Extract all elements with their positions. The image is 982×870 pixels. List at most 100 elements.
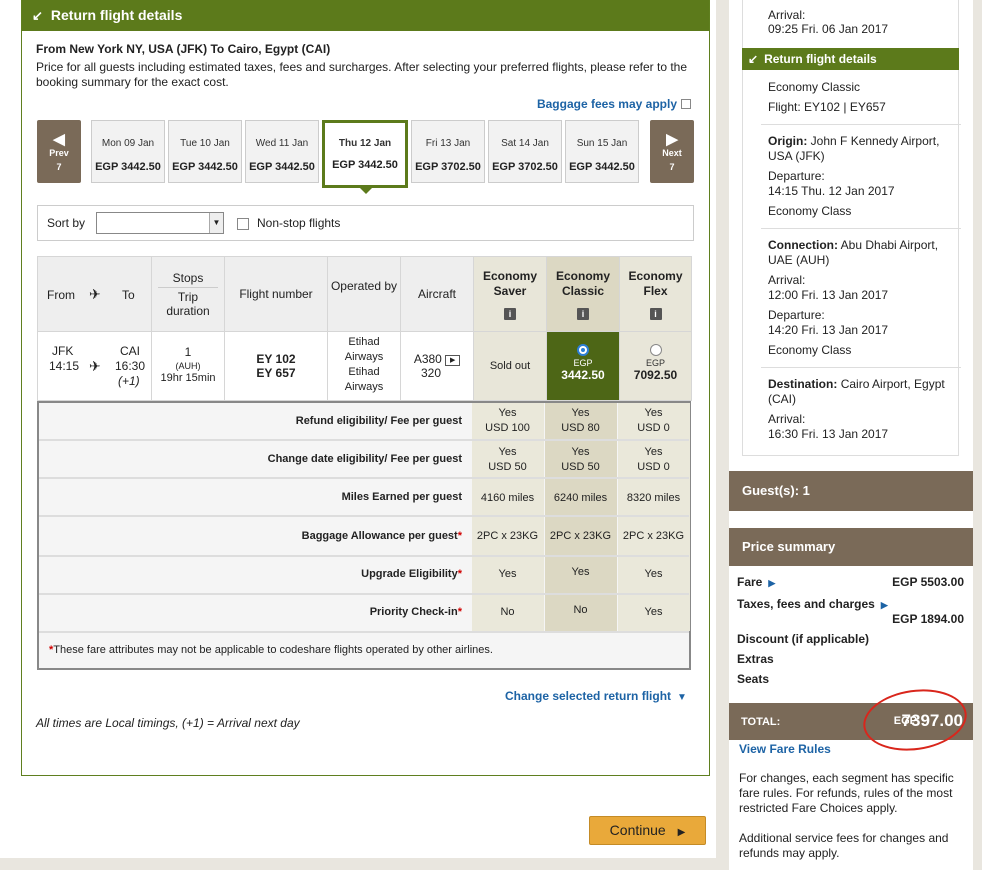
taxes-value: EGP 1894.00 (892, 612, 964, 626)
attr-refund-saver: Yes USD 100 (485, 407, 530, 434)
continue-button[interactable]: Continue ▶ (589, 816, 706, 845)
route-heading: From New York NY, USA (JFK) To Cairo, Eg… (36, 42, 331, 56)
header-operated-by: Operated by (327, 256, 401, 332)
attr-baggage-label: Baggage Allowance per guest* (301, 530, 462, 542)
discount-label: Discount (if applicable) (737, 632, 870, 646)
nonstop-label[interactable]: Non-stop flights (257, 216, 340, 230)
saver-attr-column (472, 403, 544, 631)
fare-row[interactable]: Fare ▶ (737, 575, 775, 589)
arrow-right-icon: ▶ (677, 827, 686, 838)
to-offset: (+1) (118, 374, 140, 388)
stops-count: 1 (184, 345, 192, 359)
date-tab-wed-11[interactable]: Wed 11 Jan EGP 3442.50 (245, 120, 319, 183)
seats-label: Seats (737, 672, 770, 686)
date-label: Sat 14 Jan (501, 138, 549, 149)
date-tab-thu-12-selected[interactable]: Thu 12 Jan EGP 3442.50 (322, 120, 408, 194)
date-label: Tue 10 Jan (180, 138, 230, 149)
price-note: Price for all guests including estimated… (36, 60, 688, 89)
price-summary-header: Price summary (729, 528, 973, 566)
guests-bar[interactable]: Guest(s): 1 (729, 471, 973, 511)
attr-priority-saver: No (500, 606, 515, 618)
classic-currency: EGP (573, 358, 593, 368)
next-dates-button[interactable]: ▶ Next 7 (650, 120, 694, 183)
header-from: From (47, 288, 75, 302)
row-flex-fare[interactable]: EGP 7092.50 (619, 331, 692, 401)
attr-priority-classic: No (573, 604, 588, 616)
fare-radio[interactable] (649, 344, 662, 356)
info-icon[interactable]: i (577, 308, 589, 320)
prev-count: 7 (56, 162, 62, 172)
sort-select[interactable]: ▼ (96, 212, 224, 234)
date-tab-fri-13[interactable]: Fri 13 Jan EGP 3702.50 (411, 120, 485, 183)
date-label: Mon 09 Jan (101, 138, 155, 149)
attr-change-date-label: Change date eligibility/ Fee per guest (267, 453, 462, 465)
attr-baggage-classic: 2PC x 23KG (549, 530, 612, 542)
flight-number-2: EY 657 (256, 366, 296, 380)
header-from-to: From ✈ To (37, 256, 152, 332)
operator-1b: Airways (344, 351, 384, 363)
prev-dates-button[interactable]: ◀ Prev 7 (37, 120, 81, 183)
info-icon[interactable]: i (504, 308, 516, 320)
attr-miles-flex: 8320 miles (626, 492, 681, 504)
next-count: 7 (669, 162, 675, 172)
red-annotation-circle (859, 683, 971, 757)
next-arrow-icon: ▶ (666, 131, 678, 148)
service-fees-note: Additional service fees for changes and … (739, 831, 949, 860)
from-time: 14:15 (49, 359, 80, 373)
nonstop-checkbox[interactable] (237, 218, 249, 230)
attr-refund-label: Refund eligibility/ Fee per guest (295, 415, 462, 427)
flex-currency: EGP (645, 358, 665, 368)
attr-change-saver: Yes USD 50 (488, 446, 527, 473)
economy-flex-label: Economy Flex (628, 269, 683, 298)
total-label: TOTAL: (741, 716, 781, 728)
attr-priority-flex: Yes (644, 606, 663, 618)
plane-icon: ✈ (89, 358, 101, 374)
date-tab-tue-10[interactable]: Tue 10 Jan EGP 3442.50 (168, 120, 242, 183)
attr-priority-label: Priority Check-in* (369, 606, 462, 618)
date-price: EGP 3702.50 (492, 161, 558, 173)
row-saver-sold-out: Sold out (473, 331, 547, 401)
sidebar-conn-departure-label: Departure: (768, 308, 825, 322)
classic-price: 3442.50 (561, 368, 605, 382)
header-flight-number: Flight number (224, 256, 328, 332)
info-icon[interactable]: i (649, 308, 662, 320)
attr-miles-saver: 4160 miles (480, 492, 535, 504)
row-from-to: JFK 14:15 ✈ CAI 16:30 (+1) (37, 331, 152, 401)
row-classic-fare-selected[interactable]: EGP 3442.50 (546, 331, 620, 401)
fare-rules-note: For changes, each segment has specific f… (739, 771, 954, 815)
plane-icon: ✈ (89, 286, 101, 302)
date-tab-sun-15[interactable]: Sun 15 Jan EGP 3442.50 (565, 120, 639, 183)
sidebar-departure-value: 14:15 Thu. 12 Jan 2017 (768, 184, 895, 198)
change-return-flight-link[interactable]: Change selected return flight ▼ (505, 689, 687, 703)
taxes-row[interactable]: Taxes, fees and charges ▶ (737, 597, 888, 611)
date-tab-mon-09[interactable]: Mon 09 Jan EGP 3442.50 (91, 120, 165, 183)
header-economy-saver: Economy Saver i (473, 256, 547, 332)
to-code: CAI (120, 344, 141, 358)
sidebar-origin-class: Economy Class (768, 204, 852, 218)
header-stops: Stops Trip duration (151, 256, 225, 332)
date-tab-sat-14[interactable]: Sat 14 Jan EGP 3702.50 (488, 120, 562, 183)
attr-upgrade-label: Upgrade Eligibility* (361, 568, 462, 580)
fare-radio-selected[interactable] (577, 344, 589, 356)
sidebar-dest-arrival-value: 16:30 Fri. 13 Jan 2017 (768, 427, 889, 441)
continue-label: Continue (609, 822, 666, 838)
extras-label: Extras (737, 652, 774, 666)
operator-2b: Airways (344, 381, 384, 393)
baggage-fees-label: Baggage fees may apply (536, 97, 677, 111)
flex-price: 7092.50 (633, 368, 678, 382)
panel-title: Return flight details (50, 7, 183, 23)
aircraft-info-icon[interactable]: ▶ (445, 355, 461, 366)
collapse-arrow-icon: ↙ (32, 8, 43, 23)
date-label: Fri 13 Jan (425, 138, 471, 149)
view-fare-rules-link[interactable]: View Fare Rules (739, 742, 831, 756)
date-price: EGP 3442.50 (569, 161, 635, 173)
date-price: EGP 3442.50 (172, 161, 238, 173)
to-time: 16:30 (115, 359, 146, 373)
selected-notch (359, 187, 373, 194)
outbound-arrival-value: 09:25 Fri. 06 Jan 2017 (768, 22, 889, 36)
flight-number-1: EY 102 (256, 352, 296, 366)
sidebar-conn-arrival-label: Arrival: (768, 273, 806, 287)
panel-header[interactable]: ↙ Return flight details (22, 0, 709, 31)
sidebar-dest-arrival-label: Arrival: (768, 412, 806, 426)
baggage-fees-link[interactable]: Baggage fees may apply (537, 97, 691, 111)
